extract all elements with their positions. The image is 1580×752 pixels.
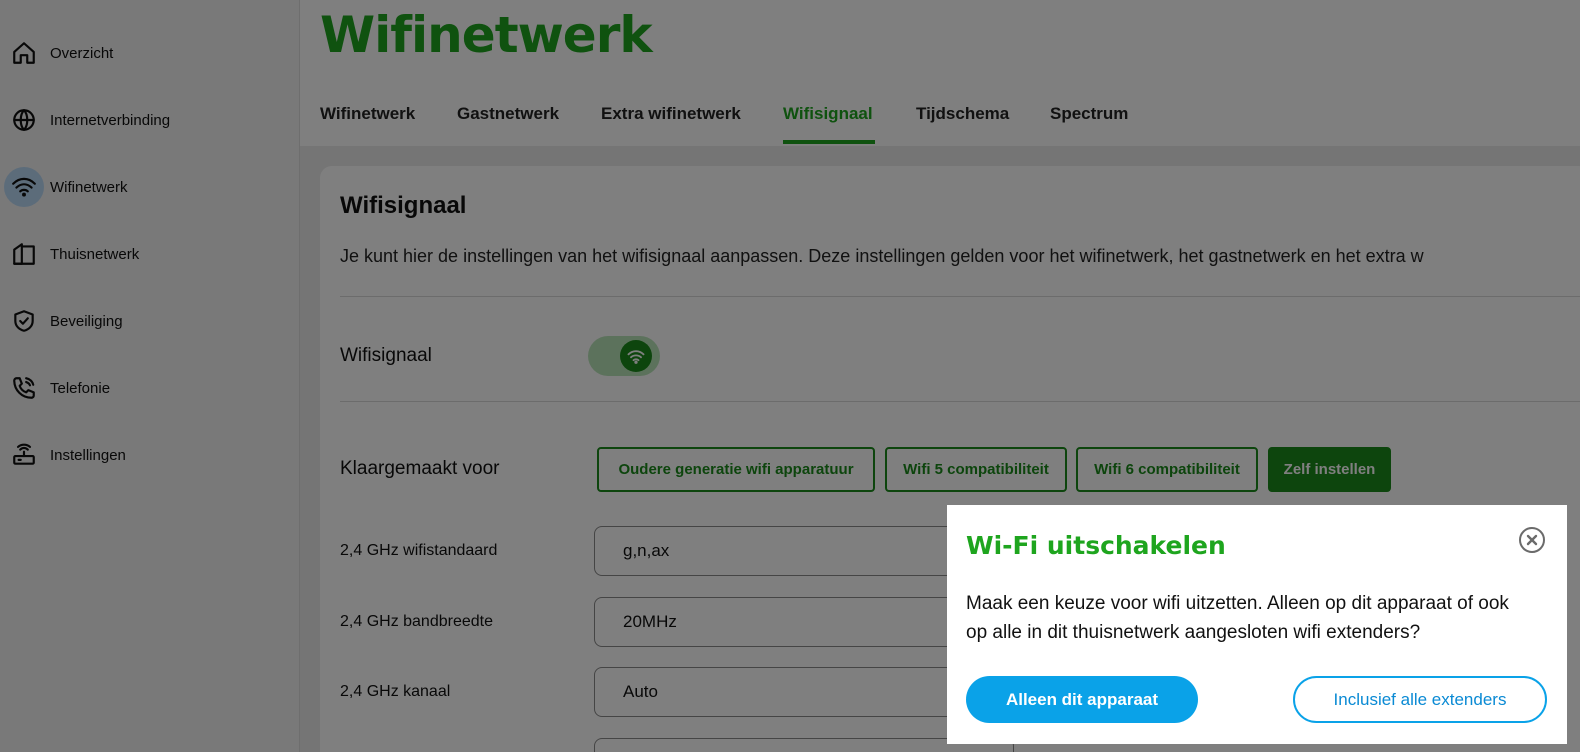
close-icon <box>1526 534 1538 546</box>
inclusief-alle-extenders-button[interactable]: Inclusief alle extenders <box>1293 676 1547 723</box>
dialog-message: Maak een keuze voor wifi uitzetten. Alle… <box>966 593 1509 643</box>
dialog-title: Wi-Fi uitschakelen <box>966 531 1226 560</box>
wifi-uitschakelen-dialog: Wi-Fi uitschakelen Maak een keuze voor w… <box>947 505 1567 744</box>
alleen-dit-apparaat-button[interactable]: Alleen dit apparaat <box>966 676 1198 723</box>
close-button[interactable] <box>1519 527 1545 553</box>
